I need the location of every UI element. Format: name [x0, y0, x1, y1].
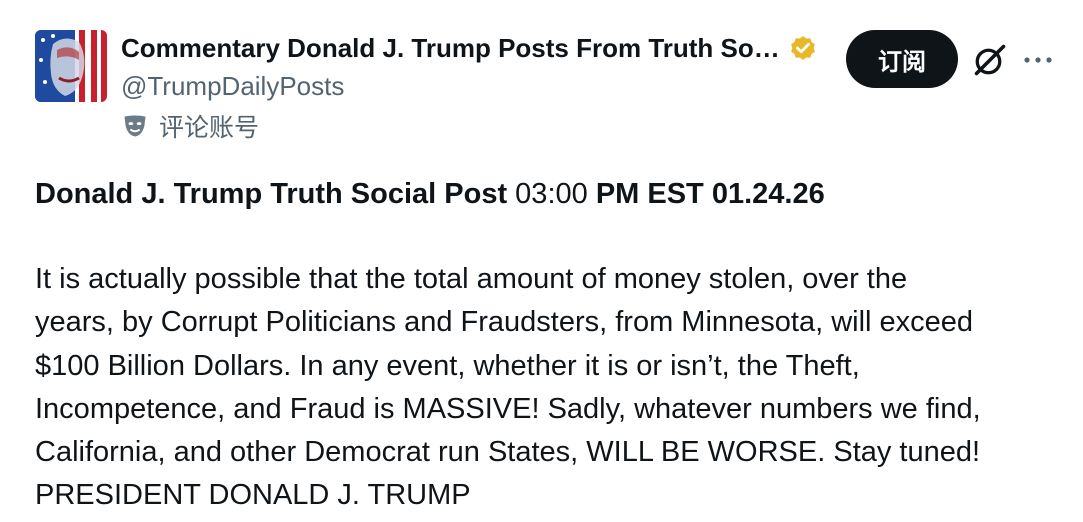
post-body-line: It is actually possible that the total a… [35, 263, 908, 295]
subscribe-button[interactable]: 订阅 [846, 30, 958, 88]
account-label: 评论账号 [121, 108, 259, 144]
parody-mask-icon [124, 115, 146, 137]
post-title-time: 03:00 [507, 178, 596, 210]
post-body-line: $100 Billion Dollars. In any event, whet… [35, 349, 860, 382]
post-body-line: years, by Corrupt Politicians and Frauds… [35, 306, 974, 339]
grok-icon[interactable] [972, 42, 1008, 78]
display-name-row: Commentary Donald J. Trump Posts From Tr… [121, 28, 841, 68]
post-title-source: Donald J. Trump Truth Social Post [35, 178, 508, 210]
account-label-text: 评论账号 [159, 114, 260, 142]
post-body-line: Incompetence, and Fraud is MASSIVE! Sadl… [35, 392, 981, 425]
display-name[interactable]: Commentary Donald J. Trump Posts From Tr… [121, 33, 780, 64]
post-title: Donald J. Trump Truth Social Post 03:00 … [35, 172, 825, 216]
post-title-date: PM EST 01.24.26 [595, 178, 825, 210]
more-options-icon[interactable] [1022, 48, 1054, 72]
post-body-line: California, and other Democrat run State… [35, 436, 981, 469]
post-card: Commentary Donald J. Trump Posts From Tr… [0, 0, 1083, 522]
post-body: It is actually possible that the total a… [35, 258, 1065, 518]
user-handle[interactable]: @TrumpDailyPosts [121, 68, 841, 104]
author-info: Commentary Donald J. Trump Posts From Tr… [121, 28, 841, 104]
post-body-line: PRESIDENT DONALD J. TRUMP [35, 479, 471, 512]
verified-badge-icon[interactable] [788, 33, 818, 63]
avatar-image [35, 30, 107, 102]
avatar[interactable] [35, 30, 107, 102]
